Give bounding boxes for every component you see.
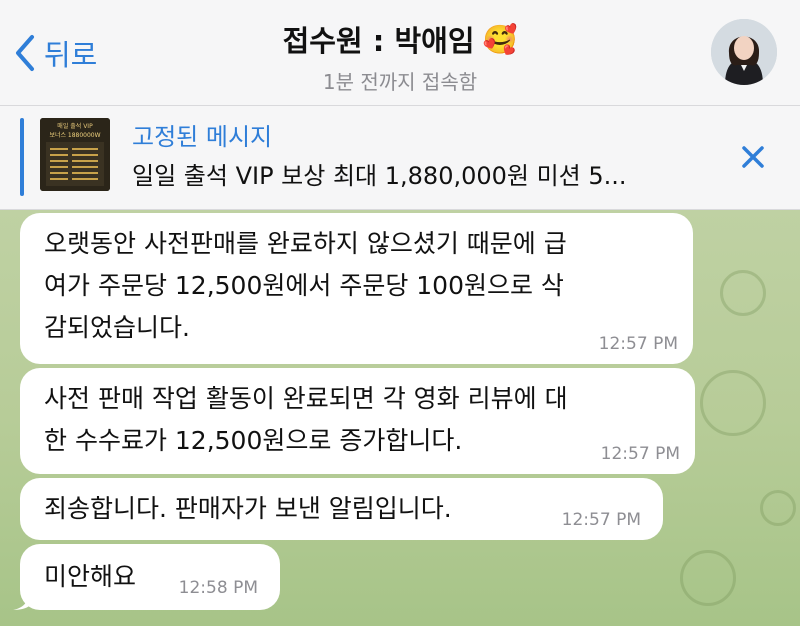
chat-area[interactable]: 오랫동안 사전판매를 완료하지 않으셨기 때문에 급 여가 주문당 12,500… [0,210,800,626]
smiling-face-with-hearts-icon: 🥰 [482,22,518,56]
doodle [760,490,796,526]
profile-photo [711,19,777,85]
message-line: 오랫동안 사전판매를 완료하지 않으셨기 때문에 급 [44,229,567,258]
doodle [720,270,766,316]
message-line: 죄송합니다. 판매자가 보낸 알림입니다. [44,494,452,523]
message-time: 12:57 PM [600,444,680,464]
avatar[interactable] [711,19,777,85]
message-line: 감되었습니다. [44,313,190,342]
pinned-thumbnail: 매일 출석 VIP 보너스 1880000W [40,118,110,191]
doodle [680,550,736,606]
doodle [700,370,766,436]
thumb-line1: 매일 출석 VIP [57,122,93,130]
message-bubble[interactable]: 미안해요 12:58 PM [13,544,280,610]
message-bubble[interactable]: 오랫동안 사전판매를 완료하지 않으셨기 때문에 급 여가 주문당 12,500… [20,213,693,364]
message-time: 12:57 PM [561,510,641,530]
message-bubble[interactable]: 사전 판매 작업 활동이 완료되면 각 영화 리뷰에 대 한 수수료가 12,5… [20,368,695,474]
chat-title-area[interactable]: 접수원 : 박애임 🥰 1분 전까지 접속함 [0,18,800,95]
pinned-thumbnail-image: 매일 출석 VIP 보너스 1880000W [40,118,110,191]
chat-title: 접수원 : 박애임 🥰 [283,18,518,60]
message-line: 사전 판매 작업 활동이 완료되면 각 영화 리뷰에 대 [44,384,568,413]
pinned-text: 일일 출석 VIP 보상 최대 1,880,000원 미션 5... [132,162,627,190]
pinned-indicator [20,118,24,196]
message-line: 여가 주문당 12,500원에서 주문당 100원으로 삭 [44,271,564,300]
bubble-tail [13,592,29,610]
message-time: 12:58 PM [178,578,258,598]
message-line: 한 수수료가 12,500원으로 증가합니다. [44,426,463,455]
chat-header: 뒤로 접수원 : 박애임 🥰 1분 전까지 접속함 [0,0,800,106]
close-icon [742,146,764,168]
message-bubble[interactable]: 죄송합니다. 판매자가 보낸 알림입니다. 12:57 PM [20,478,663,540]
thumb-line2: 보너스 1880000W [49,131,100,139]
message-time: 12:57 PM [598,334,678,354]
last-seen-status: 1분 전까지 접속함 [322,70,478,94]
close-pinned-button[interactable] [736,140,770,174]
pinned-title: 고정된 메시지 [132,123,273,151]
chat-title-text: 접수원 : 박애임 [282,24,475,58]
